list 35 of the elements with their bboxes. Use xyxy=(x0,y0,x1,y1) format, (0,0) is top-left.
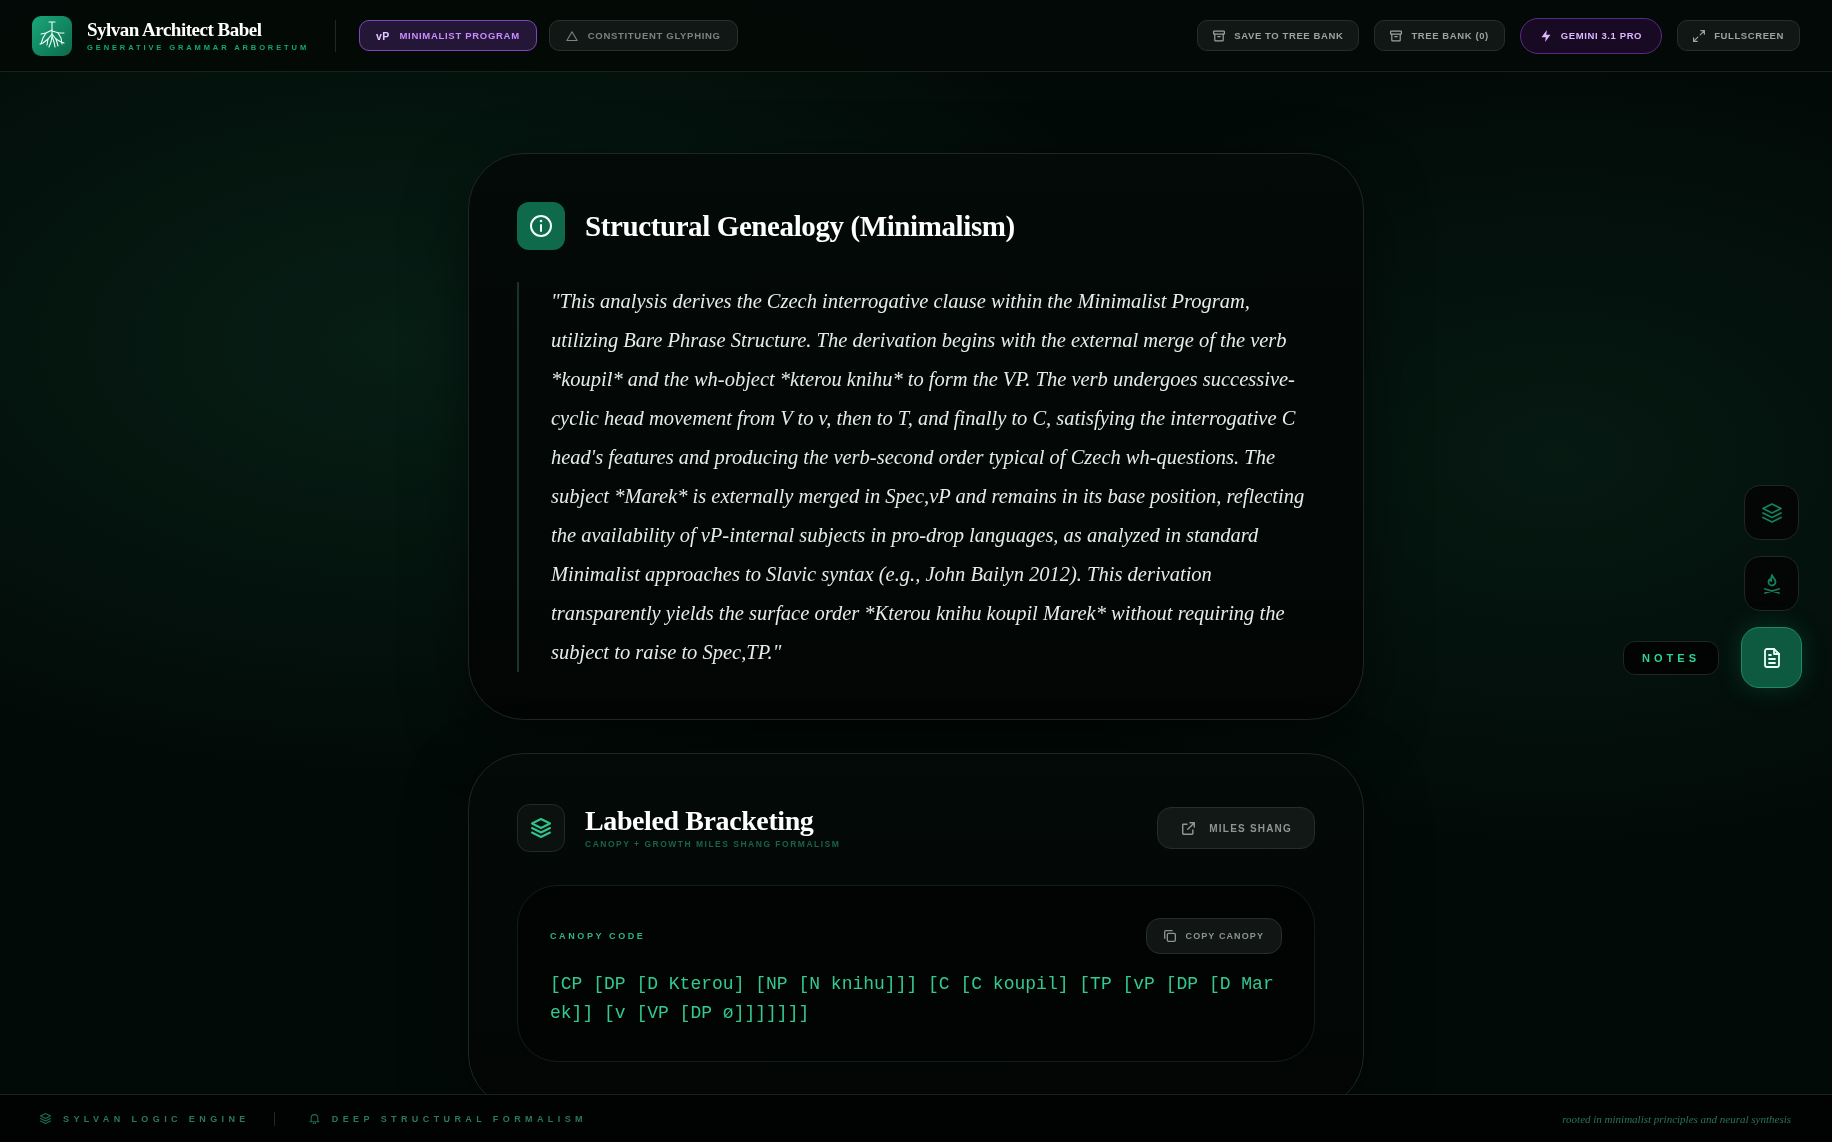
copy-button[interactable]: COPY CANOPY xyxy=(1145,918,1282,954)
copy-icon xyxy=(1163,930,1176,942)
bell-icon xyxy=(308,1113,320,1124)
footer-tagline: rooted in minimalist principles and neural synthesis xyxy=(1562,1112,1791,1125)
analysis-quote: "This analysis derives the Czech interrogative clause within the Minimalist Program, utilizing Bare Phrase Structure. The derivation begins with the external merge of the verb *koupil* and the wh-object *kterou knihu* to form the VP. The verb undergoes successive-cyclic head movement from V to v, then to T, and finally to C, satisfying the interrogative C head's features and producing the verb-second order typical of Czech wh-questions. The subject *Marek* is externally merged in Spec,vP and remains in its base position, reflecting the availability of vP-internal subjects in pro-drop languages, as analyzed in standard Minimalist approaches to Slavic syntax (e.g., John Bailyn 2012). This derivation transparently yields the surface order *Kterou knihu koupil Marek* without requiring the subject to raise to Spec,TP." xyxy=(517,282,1315,672)
mode-tab[interactable]: CONSTITUENT GLYPHING xyxy=(548,20,738,51)
triangle-icon xyxy=(565,29,578,42)
external-link-icon xyxy=(1182,821,1196,835)
layers-icon xyxy=(40,1113,51,1124)
info-icon xyxy=(517,202,565,250)
archive-icon xyxy=(1213,29,1226,42)
layers-icon xyxy=(1761,502,1782,523)
model-button[interactable]: GEMINI 3.1 PRO xyxy=(1519,17,1663,54)
notes-tooltip: NOTES xyxy=(1623,640,1719,675)
campfire-icon xyxy=(1761,573,1782,594)
link-button[interactable]: MILES SHANG xyxy=(1157,807,1315,849)
rail-button[interactable] xyxy=(1741,627,1802,688)
card-title: Structural Genealogy (Minimalism) xyxy=(585,209,1015,243)
roots-logo-icon xyxy=(32,15,72,56)
bolt-icon xyxy=(1539,29,1552,42)
app-title: Sylvan Architect Babel xyxy=(87,19,263,40)
card-title: Labeled Bracketing xyxy=(585,806,815,836)
layers-icon xyxy=(517,804,565,852)
footer-label: DEEP STRUCTURAL FORMALISM xyxy=(331,1113,587,1124)
card-subtitle: CANOPY + GROWTH MILES SHANG FORMALISM xyxy=(585,838,841,850)
mode-tab[interactable]: vP MINIMALIST PROGRAM xyxy=(359,20,537,51)
save-button[interactable]: SAVE TO TREE BANK xyxy=(1197,20,1360,51)
archive-icon xyxy=(1390,29,1403,42)
document-icon xyxy=(1761,647,1782,668)
footer-label: SYLVAN LOGIC ENGINE xyxy=(63,1113,250,1124)
canopy-label: CANOPY CODE xyxy=(550,931,646,941)
expand-icon xyxy=(1693,29,1706,42)
tree-bank-button[interactable]: TREE BANK (0) xyxy=(1374,20,1505,51)
canopy-code: [CP [DP [D Kterou] [NP [N knihu]]] [C [C koupil] [TP [vP [DP [D Marek]] [v [VP [DP ø]]]]]]] xyxy=(550,973,1275,1025)
fullscreen-button[interactable]: FULLSCREEN xyxy=(1677,20,1800,51)
